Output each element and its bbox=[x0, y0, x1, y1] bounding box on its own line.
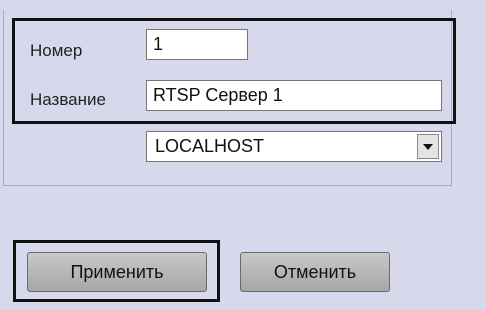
settings-panel: Номер 1 Название RTSP Сервер 1 LOCALHOST… bbox=[0, 0, 486, 310]
apply-button[interactable]: Применить bbox=[27, 252, 207, 292]
number-label: Номер bbox=[30, 41, 83, 60]
host-select[interactable]: LOCALHOST bbox=[146, 131, 442, 162]
number-input[interactable]: 1 bbox=[146, 29, 248, 60]
name-input[interactable]: RTSP Сервер 1 bbox=[146, 80, 442, 111]
cancel-button[interactable]: Отменить bbox=[240, 252, 390, 292]
host-select-value: LOCALHOST bbox=[155, 136, 265, 156]
chevron-down-icon bbox=[423, 144, 433, 150]
name-label: Название bbox=[30, 90, 106, 109]
dropdown-button[interactable] bbox=[417, 134, 439, 159]
